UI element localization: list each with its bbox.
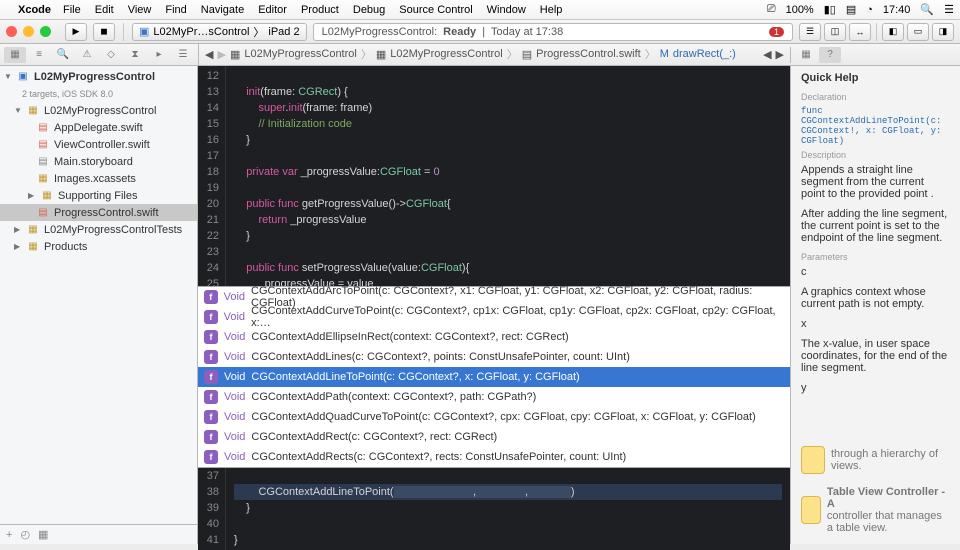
autocomplete-item[interactable]: fVoid CGContextAddLines(c: CGContext?, p… xyxy=(198,347,790,367)
editor-standard[interactable]: ☰ xyxy=(799,23,821,41)
menu-source-control[interactable]: Source Control xyxy=(399,4,472,16)
editor-assistant[interactable]: ◫ xyxy=(824,23,846,41)
minimize-button[interactable] xyxy=(23,26,34,37)
battery-percent: 100% xyxy=(786,4,814,16)
spotlight-icon[interactable]: 🔍 xyxy=(920,3,934,16)
group-products[interactable]: ▶▦Products xyxy=(0,238,197,255)
run-button[interactable]: ▶ xyxy=(65,23,87,41)
app-menu[interactable]: Xcode xyxy=(18,4,51,16)
zoom-button[interactable] xyxy=(40,26,51,37)
quick-help-tab[interactable]: ? xyxy=(819,47,841,63)
next-issue[interactable]: ▶ xyxy=(776,48,784,61)
breakpoint-navigator-tab[interactable]: ▸ xyxy=(148,47,170,63)
file-progresscontrol[interactable]: ▤ProgressControl.swift xyxy=(0,204,197,221)
file-appdelegate[interactable]: ▤AppDelegate.swift xyxy=(0,119,197,136)
autocomplete-item[interactable]: fVoid CGContextAddPath(context: CGContex… xyxy=(198,387,790,407)
scheme-selector[interactable]: ▣ L02MyPr…sControl 〉 iPad 2 xyxy=(132,23,307,41)
menu-window[interactable]: Window xyxy=(487,4,526,16)
group-supporting[interactable]: ▶▦Supporting Files xyxy=(0,187,197,204)
issues-badge[interactable]: 1 xyxy=(769,27,784,37)
nav-back[interactable]: ◀ xyxy=(205,48,213,61)
quick-help-title: Quick Help xyxy=(801,72,950,84)
project-navigator: ▼▣L02MyProgressControl 2 targets, iOS SD… xyxy=(0,66,198,544)
navigator-filter-bar: + ◴ ▦ xyxy=(0,524,197,544)
symbol-navigator-tab[interactable]: ≡ xyxy=(28,47,50,63)
autocomplete-item[interactable]: fVoid CGContextAddLineToPoint(c: CGConte… xyxy=(198,367,790,387)
file-inspector-tab[interactable]: ▦ xyxy=(795,47,817,63)
wifi-icon[interactable]: ◔ xyxy=(866,4,873,16)
autocomplete-item[interactable]: fVoid CGContextAddEllipseInRect(context:… xyxy=(198,327,790,347)
report-navigator-tab[interactable]: ☰ xyxy=(172,47,194,63)
inspector: Quick Help Declaration func CGContextAdd… xyxy=(790,66,960,544)
battery-icon[interactable]: ▮▯ xyxy=(824,3,836,16)
filter-scm[interactable]: ▦ xyxy=(38,528,48,541)
nav-fwd[interactable]: ▶ xyxy=(217,48,225,61)
menu-find[interactable]: Find xyxy=(165,4,186,16)
group-tests[interactable]: ▶▦L02MyProgressControlTests xyxy=(0,221,197,238)
close-button[interactable] xyxy=(6,26,17,37)
flag-icon[interactable]: ▤ xyxy=(846,3,856,16)
autocomplete-item[interactable]: fVoid CGContextAddQuadCurveToPoint(c: CG… xyxy=(198,407,790,427)
filter-recent[interactable]: ◴ xyxy=(20,528,30,541)
menu-navigate[interactable]: Navigate xyxy=(201,4,244,16)
menubar: Xcode File Edit View Find Navigate Edito… xyxy=(0,0,960,20)
project-row[interactable]: ▼▣L02MyProgressControl xyxy=(0,68,197,85)
add-button[interactable]: + xyxy=(6,529,12,541)
library-item-2[interactable]: Table View Controller - Acontroller that… xyxy=(801,482,950,538)
file-assets[interactable]: ▦Images.xcassets xyxy=(0,170,197,187)
file-storyboard[interactable]: ▤Main.storyboard xyxy=(0,153,197,170)
menu-editor[interactable]: Editor xyxy=(258,4,287,16)
autocomplete-item[interactable]: fVoid CGContextAddRect(c: CGContext?, re… xyxy=(198,427,790,447)
menu-file[interactable]: File xyxy=(63,4,81,16)
group-main[interactable]: ▼▦L02MyProgressControl xyxy=(0,102,197,119)
menu-help[interactable]: Help xyxy=(540,4,563,16)
declaration: func CGContextAddLineToPoint(c: CGContex… xyxy=(801,106,950,146)
file-viewcontroller[interactable]: ▤ViewController.swift xyxy=(0,136,197,153)
window-controls xyxy=(6,26,51,37)
test-navigator-tab[interactable]: ◇ xyxy=(100,47,122,63)
debug-navigator-tab[interactable]: ⧗ xyxy=(124,47,146,63)
autocomplete-item[interactable]: fVoid CGContextAddCurveToPoint(c: CGCont… xyxy=(198,307,790,327)
toolbar: ▶ ◼ ▣ L02MyPr…sControl 〉 iPad 2 L02MyPro… xyxy=(0,20,960,44)
prev-issue[interactable]: ◀ xyxy=(763,48,771,61)
menu-view[interactable]: View xyxy=(128,4,152,16)
clock[interactable]: 17:40 xyxy=(883,4,911,16)
library-item-1[interactable]: through a hierarchy of views. xyxy=(801,442,950,478)
toggle-utilities[interactable]: ◨ xyxy=(932,23,954,41)
project-navigator-tab[interactable]: ▦ xyxy=(4,47,26,63)
autocomplete-item[interactable]: fVoid CGContextAddRects(c: CGContext?, r… xyxy=(198,447,790,467)
notification-center-icon[interactable]: ☰ xyxy=(944,3,954,16)
screen-share-icon[interactable]: ⎚ xyxy=(767,3,776,16)
navigator-tabs: ▦ ≡ 🔍 ⚠ ◇ ⧗ ▸ ☰ ◀ ▶ ▦L02MyProgressContro… xyxy=(0,44,960,66)
menu-edit[interactable]: Edit xyxy=(95,4,114,16)
toggle-debug[interactable]: ▭ xyxy=(907,23,929,41)
menus: File Edit View Find Navigate Editor Prod… xyxy=(63,4,562,16)
activity-view: L02MyProgressControl: Ready | Today at 1… xyxy=(313,23,793,41)
toggle-navigator[interactable]: ◧ xyxy=(882,23,904,41)
issue-navigator-tab[interactable]: ⚠ xyxy=(76,47,98,63)
menu-debug[interactable]: Debug xyxy=(353,4,385,16)
stop-button[interactable]: ◼ xyxy=(93,23,115,41)
autocomplete-item[interactable]: fVoid CGContextAddArcToPoint(c: CGContex… xyxy=(198,287,790,307)
menu-product[interactable]: Product xyxy=(301,4,339,16)
editor-version[interactable]: ↔ xyxy=(849,23,871,41)
status-icons: ⎚ 100% ▮▯ ▤ ◔ 17:40 🔍 ☰ xyxy=(767,3,954,16)
source-editor[interactable]: 12 13 14 15 16 17 18 19 20 21 22 23 24 2… xyxy=(198,66,790,544)
find-navigator-tab[interactable]: 🔍 xyxy=(52,47,74,63)
autocomplete-popup[interactable]: fVoid CGContextAddArcToPoint(c: CGContex… xyxy=(198,286,790,468)
